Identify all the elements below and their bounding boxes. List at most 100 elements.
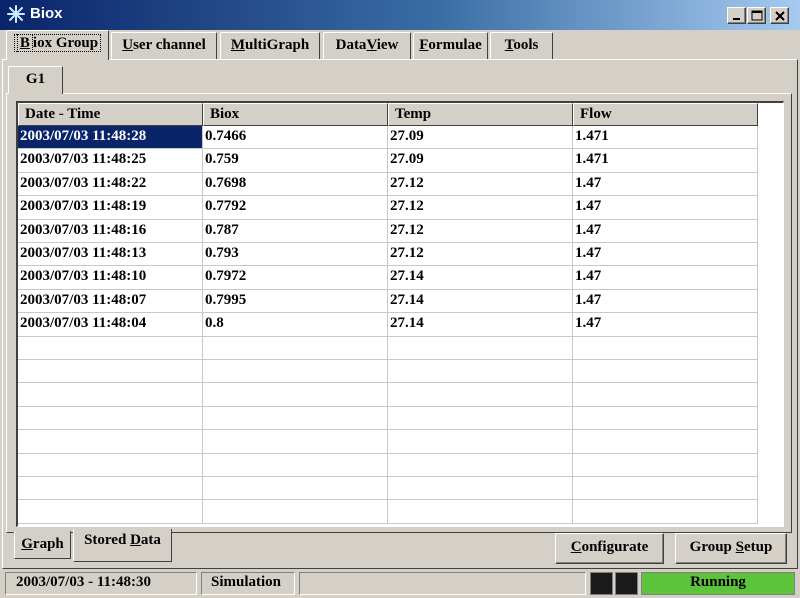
tab-user-channel[interactable]: User channel [111,32,217,59]
table-cell[interactable]: 27.14 [388,289,573,314]
empty-table-row[interactable] [18,336,758,360]
tab-graph[interactable]: Graph [14,531,71,559]
table-cell[interactable] [18,453,203,477]
table-cell[interactable] [573,336,758,360]
table-cell[interactable] [203,430,388,454]
table-cell[interactable]: 27.12 [388,172,573,197]
table-cell[interactable]: 2003/07/03 11:48:10 [18,266,203,290]
table-row[interactable]: 2003/07/03 11:48:16 0.787 27.12 1.47 [18,219,758,243]
column-header-biox[interactable]: Biox [203,103,388,126]
table-row[interactable]: 2003/07/03 11:48:13 0.793 27.12 1.47 [18,243,758,267]
table-cell[interactable]: 2003/07/03 11:48:22 [18,172,203,197]
tab-biox-group[interactable]: Biox Group [6,30,109,60]
table-cell[interactable] [18,360,203,384]
table-cell[interactable] [388,406,573,431]
table-cell[interactable] [18,430,203,454]
table-cell[interactable]: 2003/07/03 11:48:25 [18,149,203,173]
configurate-button[interactable]: Configurate [555,533,664,564]
empty-table-row[interactable] [18,477,758,501]
empty-table-row[interactable] [18,430,758,454]
table-cell[interactable]: 0.793 [203,243,388,267]
tab-multigraph[interactable]: MultiGraph [220,32,320,59]
table-cell[interactable]: 1.47 [573,266,758,290]
table-cell[interactable] [18,500,203,524]
table-cell[interactable]: 1.47 [573,172,758,197]
tab-dataview[interactable]: DataView [323,32,411,59]
table-cell[interactable]: 0.7466 [203,126,388,150]
column-header-date-time[interactable]: Date - Time [18,103,203,126]
table-cell[interactable] [388,453,573,477]
table-cell[interactable]: 0.759 [203,149,388,173]
table-cell[interactable] [203,336,388,360]
table-cell[interactable] [573,500,758,524]
table-cell[interactable]: 0.7698 [203,172,388,197]
table-cell[interactable]: 0.7995 [203,289,388,314]
table-row[interactable]: 2003/07/03 11:48:28 0.7466 27.09 1.471 [18,126,758,150]
table-cell[interactable]: 27.14 [388,313,573,337]
table-cell[interactable] [573,406,758,431]
maximize-button[interactable] [747,7,766,24]
table-cell[interactable]: 1.471 [573,126,758,150]
table-cell[interactable] [388,360,573,384]
table-cell[interactable] [203,360,388,384]
tab-formulae[interactable]: Formulae [413,32,488,59]
table-row[interactable]: 2003/07/03 11:48:07 0.7995 27.14 1.47 [18,289,758,314]
table-cell[interactable]: 27.09 [388,149,573,173]
table-cell[interactable] [18,406,203,431]
column-header-temp[interactable]: Temp [388,103,573,126]
table-cell[interactable]: 1.47 [573,219,758,243]
table-cell[interactable] [573,383,758,407]
table-cell[interactable]: 2003/07/03 11:48:16 [18,219,203,243]
table-cell[interactable] [203,453,388,477]
table-cell[interactable]: 1.471 [573,149,758,173]
empty-table-row[interactable] [18,500,758,524]
table-row[interactable]: 2003/07/03 11:48:04 0.8 27.14 1.47 [18,313,758,337]
table-cell[interactable] [203,500,388,524]
table-cell[interactable] [18,477,203,501]
table-cell[interactable]: 2003/07/03 11:48:28 [18,126,203,150]
empty-table-row[interactable] [18,360,758,384]
table-cell[interactable]: 27.12 [388,196,573,220]
table-cell[interactable] [18,383,203,407]
stored-data-grid[interactable]: Date - Time Biox Temp Flow 2003/07/03 11… [16,101,784,527]
group-setup-button[interactable]: Group Setup [675,533,787,564]
table-cell[interactable]: 2003/07/03 11:48:07 [18,289,203,314]
table-row[interactable]: 2003/07/03 11:48:10 0.7972 27.14 1.47 [18,266,758,290]
table-cell[interactable] [388,477,573,501]
table-cell[interactable] [573,477,758,501]
empty-table-row[interactable] [18,453,758,477]
column-header-flow[interactable]: Flow [573,103,758,126]
table-cell[interactable] [388,336,573,360]
table-cell[interactable] [388,500,573,524]
table-cell[interactable]: 1.47 [573,313,758,337]
table-cell[interactable] [573,453,758,477]
table-cell[interactable]: 27.14 [388,266,573,290]
table-cell[interactable] [203,383,388,407]
table-cell[interactable] [573,360,758,384]
table-cell[interactable] [203,477,388,501]
table-cell[interactable]: 27.12 [388,219,573,243]
tab-tools[interactable]: Tools [490,32,553,59]
table-cell[interactable]: 0.787 [203,219,388,243]
table-cell[interactable] [388,383,573,407]
close-button[interactable] [770,7,789,24]
minimize-button[interactable] [727,7,746,24]
table-cell[interactable]: 2003/07/03 11:48:13 [18,243,203,267]
empty-table-row[interactable] [18,406,758,431]
table-cell[interactable]: 1.47 [573,243,758,267]
table-cell[interactable]: 0.7792 [203,196,388,220]
table-cell[interactable]: 1.47 [573,289,758,314]
table-cell[interactable] [18,336,203,360]
table-cell[interactable] [388,430,573,454]
table-cell[interactable]: 27.12 [388,243,573,267]
table-row[interactable]: 2003/07/03 11:48:22 0.7698 27.12 1.47 [18,172,758,197]
tab-stored-data[interactable]: Stored Data [73,529,172,562]
table-cell[interactable]: 0.7972 [203,266,388,290]
table-row[interactable]: 2003/07/03 11:48:25 0.759 27.09 1.471 [18,149,758,173]
table-cell[interactable]: 2003/07/03 11:48:04 [18,313,203,337]
table-cell[interactable]: 0.8 [203,313,388,337]
tab-g1[interactable]: G1 [8,66,63,94]
table-cell[interactable]: 27.09 [388,126,573,150]
table-cell[interactable] [573,430,758,454]
table-cell[interactable]: 2003/07/03 11:48:19 [18,196,203,220]
